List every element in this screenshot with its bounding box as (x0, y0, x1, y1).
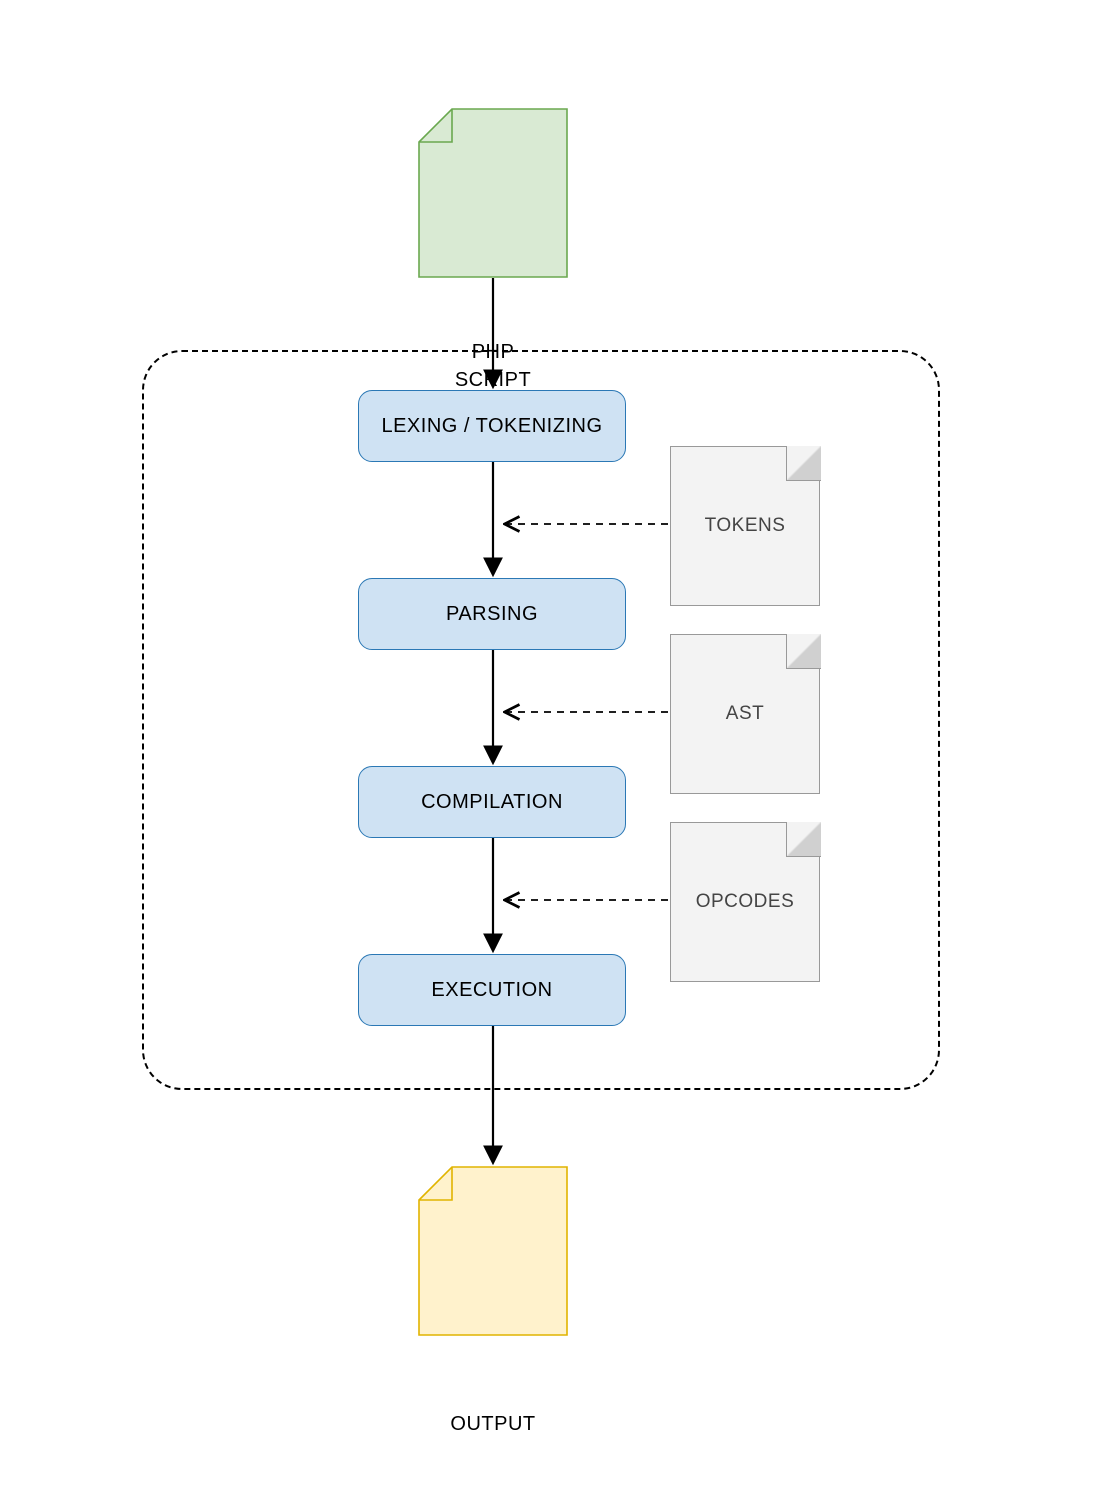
stage-parsing: PARSING (358, 578, 626, 650)
stage-parsing-label: PARSING (446, 603, 538, 626)
stage-compilation-label: COMPILATION (421, 791, 563, 814)
stage-lexing-label: LEXING / TOKENIZING (381, 415, 602, 438)
artifact-opcodes-label: OPCODES (696, 891, 795, 913)
artifact-tokens: TOKENS (670, 446, 820, 606)
artifact-opcodes: OPCODES (670, 822, 820, 982)
artifact-ast-label: AST (726, 703, 764, 725)
output-label: OUTPUT (450, 1410, 535, 1438)
stage-execution-label: EXECUTION (431, 979, 552, 1002)
stage-compilation: COMPILATION (358, 766, 626, 838)
stage-lexing: LEXING / TOKENIZING (358, 390, 626, 462)
artifact-ast: AST (670, 634, 820, 794)
output-doc: OUTPUT (418, 1166, 568, 1336)
stage-execution: EXECUTION (358, 954, 626, 1026)
php-script-doc: PHP SCRIPT (418, 108, 568, 278)
diagram-canvas: PHP SCRIPT LEXING / TOKENIZING PARSING C… (0, 0, 1100, 1460)
artifact-tokens-label: TOKENS (705, 515, 786, 537)
